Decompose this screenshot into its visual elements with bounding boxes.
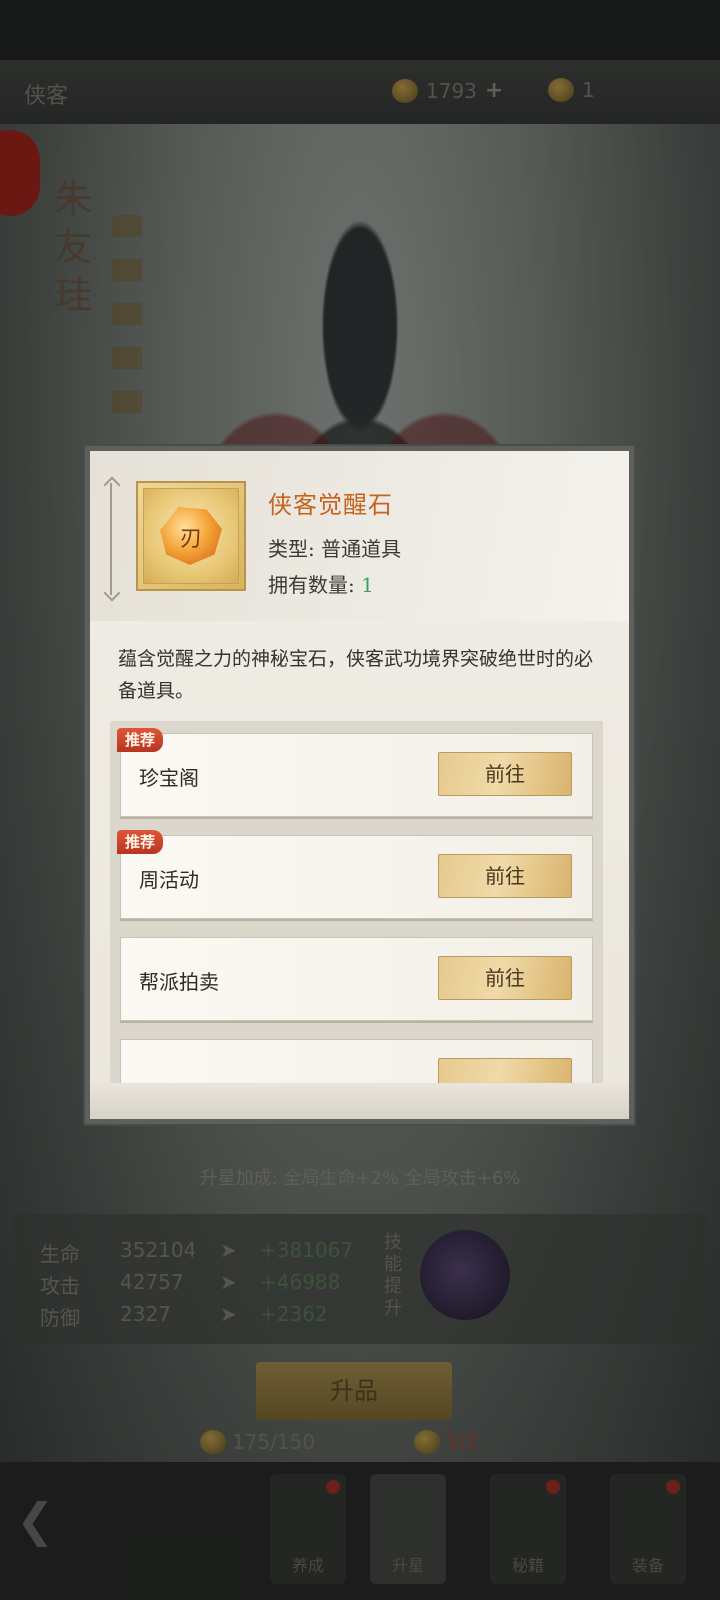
source-name: 珍宝阁 [139,766,199,790]
item-type: 类型: 普通道具 [268,537,402,561]
recommended-badge: 推荐 [117,830,164,854]
source-row-guild-auction: 帮派拍卖 前往 [120,937,593,1021]
item-name: 侠客觉醒石 [268,491,393,519]
source-name: 周活动 [139,868,199,892]
item-count-value: 1 [361,573,374,597]
source-list[interactable]: 推荐 珍宝阁 前往 推荐 周活动 前往 帮派拍卖 前往 [110,721,603,1083]
modal-header: 刃 侠客觉醒石 类型: 普通道具 拥有数量: 1 [90,451,629,621]
item-count-label: 拥有数量: [268,573,362,597]
item-description: 蕴含觉醒之力的神秘宝石，侠客武功境界突破绝世时的必备道具。 [118,648,594,702]
item-count: 拥有数量: 1 [268,569,374,598]
gem-glyph: 刃 [179,527,202,552]
source-row-weekly-event: 推荐 周活动 前往 [117,830,593,919]
item-icon-frame: 刃 [136,481,246,591]
source-row-partial [120,1039,593,1083]
source-row-treasure-pavilion: 推荐 珍宝阁 前往 [117,728,593,817]
decorative-wave [90,1079,629,1119]
item-info-modal: 刃 侠客觉醒石 类型: 普通道具 拥有数量: 1 蕴含觉醒之力的神秘宝石，侠客武… [83,444,636,1126]
recommended-badge: 推荐 [117,728,164,752]
decorative-rail [110,483,112,595]
source-name: 帮派拍卖 [139,970,219,994]
modal-body: 刃 侠客觉醒石 类型: 普通道具 拥有数量: 1 蕴含觉醒之力的神秘宝石，侠客武… [90,451,629,1119]
go-button[interactable]: 前往 [438,956,572,1000]
awakening-stone-icon: 刃 [160,507,222,565]
go-button[interactable]: 前往 [438,854,572,898]
go-button[interactable]: 前往 [438,752,572,796]
